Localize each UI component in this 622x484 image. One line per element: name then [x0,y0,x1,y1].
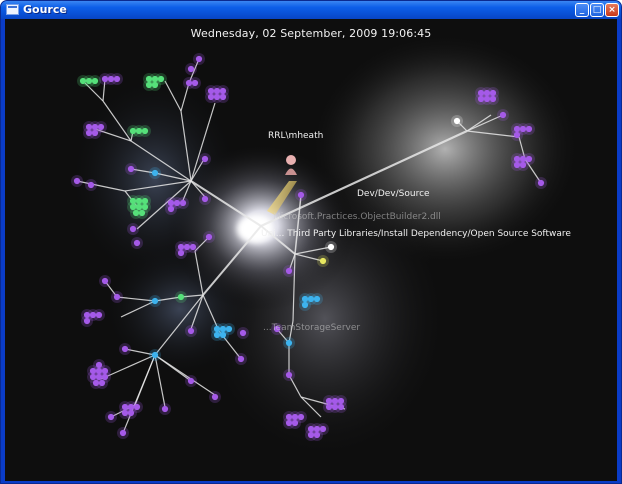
file-node [327,243,335,251]
file-node [91,77,99,85]
file-node [177,249,185,257]
file-node [151,297,159,305]
file-node [151,81,159,89]
app-window-icon [6,4,19,15]
file-node [121,345,129,353]
file-node [489,95,497,103]
minimize-button[interactable]: _ [575,3,589,17]
file-node [91,129,99,137]
file-node [337,403,345,411]
file-node [201,155,209,163]
file-node [239,329,247,337]
file-node [201,195,209,203]
file-node [285,339,293,347]
file-node [219,331,227,339]
file-node [291,419,299,427]
file-node [95,311,103,319]
file-node [313,431,321,439]
date-time-display: Wednesday, 02 September, 2009 19:06:45 [190,27,432,40]
directory-label-third-party: Uni... Third Party Libraries/Install Dep… [261,229,571,239]
visualization-canvas[interactable]: Wednesday, 02 September, 2009 19:06:45 R… [5,19,617,481]
file-node [141,127,149,135]
file-node [313,295,321,303]
maximize-button[interactable]: □ [590,3,604,17]
gource-window: Gource _ □ × Wednesday, 02 September, 20… [0,0,622,484]
file-node [187,377,195,385]
file-node [101,277,109,285]
file-node [191,79,199,87]
file-node [453,117,461,125]
file-node [525,125,533,133]
file-node [83,317,91,325]
file-node [167,205,175,213]
file-node [301,301,309,309]
repository-tree [65,29,585,469]
close-button[interactable]: × [605,3,619,17]
file-node [189,243,197,251]
file-node [499,111,507,119]
file-node [195,55,203,63]
file-node [285,371,293,379]
file-node [113,293,121,301]
file-node [297,191,305,199]
file-node [219,93,227,101]
user-name-label: RRL\mheath [268,131,324,141]
file-node [285,267,293,275]
file-node [519,161,527,169]
file-label-teamstorage: ...TeamStorageServer [263,323,361,333]
file-node [113,75,121,83]
file-node [205,233,213,241]
file-node [107,413,115,421]
file-node [319,257,327,265]
file-node [211,393,219,401]
file-node [98,379,106,387]
window-title: Gource [23,3,67,16]
file-node [87,181,95,189]
file-node [73,177,81,185]
file-node [537,179,545,187]
file-node [187,65,195,73]
file-node [127,165,135,173]
file-node [177,293,185,301]
file-node [187,327,195,335]
file-node [513,131,521,139]
file-node [95,361,103,369]
file-node [119,429,127,437]
file-label-objectbuilder: Microsoft.Practices.ObjectBuilder2.dll [273,212,441,222]
title-bar[interactable]: Gource _ □ × [1,1,621,19]
file-node [179,199,187,207]
file-node [138,209,146,217]
file-node [237,355,245,363]
file-node [129,225,137,233]
file-node [127,409,135,417]
file-node [161,405,169,413]
file-node [151,169,159,177]
directory-label-source: Dev/Dev/Source [357,189,430,199]
file-node [133,239,141,247]
file-node [151,351,159,359]
